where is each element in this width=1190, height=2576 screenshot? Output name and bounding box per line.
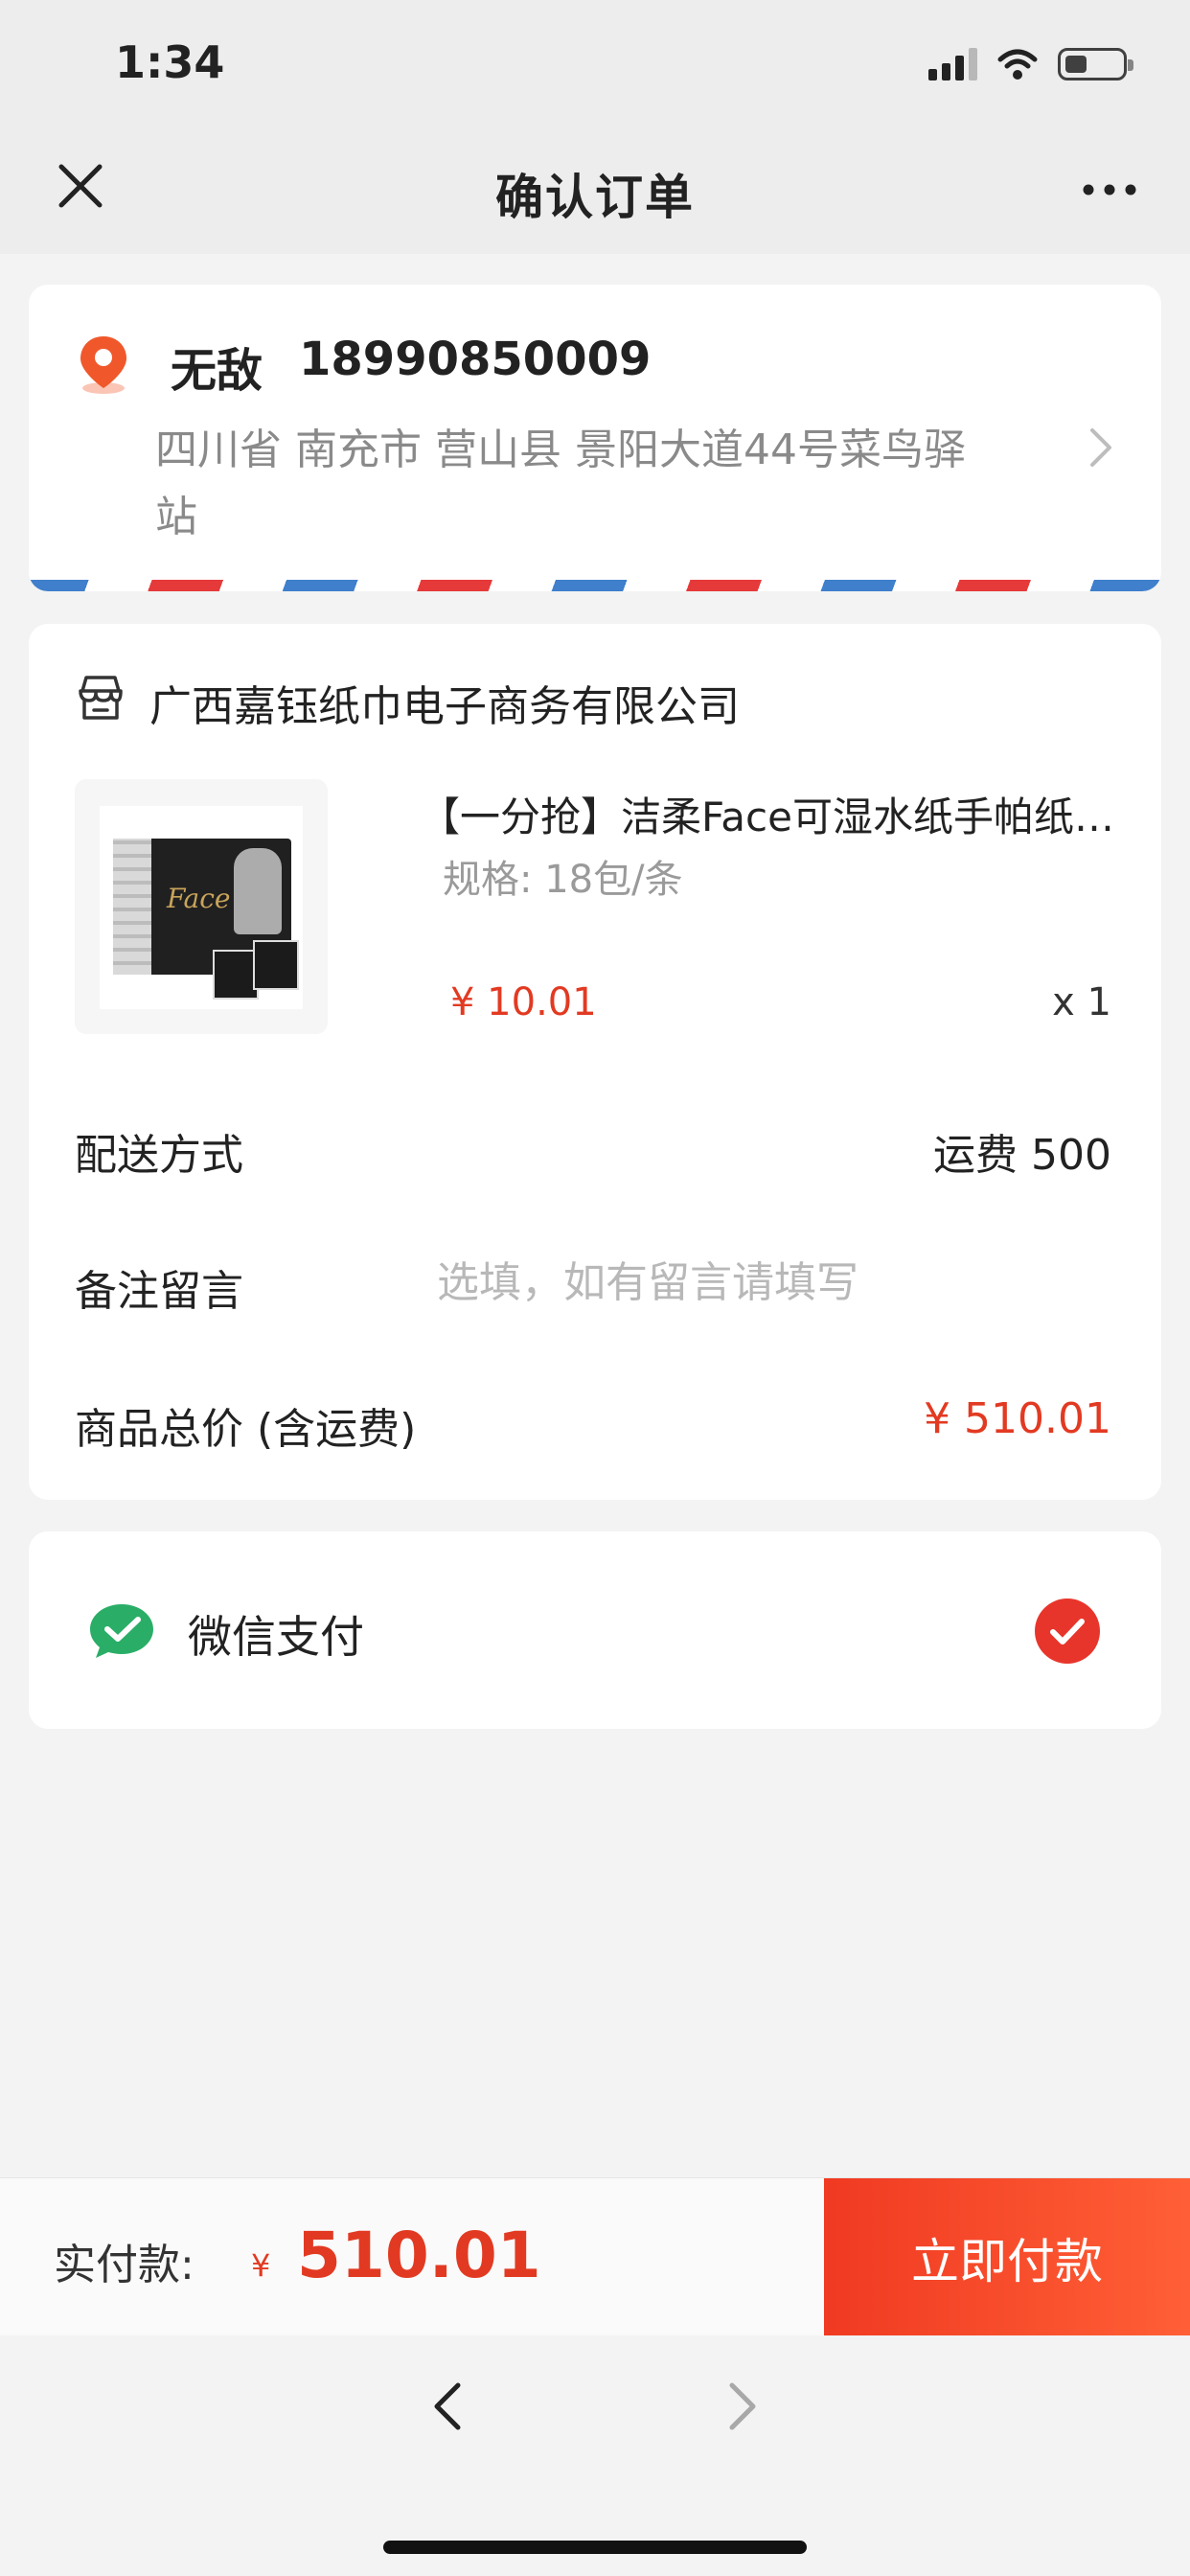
more-icon[interactable] xyxy=(1079,163,1140,217)
product-quantity: x 1 xyxy=(1052,980,1111,1024)
checkout-bar: 实付款: ¥ 510.01 立即付款 xyxy=(0,2177,1190,2336)
product-image-brand: Face xyxy=(167,883,231,914)
wifi-icon xyxy=(997,49,1038,80)
recipient-name: 无敌 xyxy=(171,344,263,398)
envelope-stripe xyxy=(29,580,1161,591)
pay-currency: ¥ xyxy=(251,2247,271,2284)
product-thumbnail[interactable]: Face xyxy=(75,779,328,1034)
home-indicator xyxy=(383,2541,807,2554)
signal-icon xyxy=(928,48,977,80)
shipping-label: 配送方式 xyxy=(75,1131,243,1180)
battery-icon xyxy=(1058,48,1133,80)
note-label: 备注留言 xyxy=(75,1267,243,1316)
shop-name: 广西嘉钰纸巾电子商务有限公司 xyxy=(149,682,740,731)
forward-arrow-icon[interactable] xyxy=(711,2378,768,2435)
address-card[interactable]: 无敌 18990850009 四川省 南充市 营山县 景阳大道44号菜鸟驿站 xyxy=(29,285,1161,591)
product-spec: 规格: 18包/条 xyxy=(443,858,683,902)
order-card: 广西嘉钰纸巾电子商务有限公司 Face 【一分抢】洁柔Face可湿水纸手帕纸巾1… xyxy=(29,624,1161,1500)
page-title: 确认订单 xyxy=(495,170,695,225)
address-detail: 四川省 南充市 营山县 景阳大道44号菜鸟驿站 xyxy=(155,426,966,541)
payment-selected-check[interactable] xyxy=(1035,1598,1100,1664)
pay-amount: 510.01 xyxy=(297,2219,541,2292)
status-time: 1:34 xyxy=(115,36,225,88)
pay-now-button[interactable]: 立即付款 xyxy=(824,2178,1190,2336)
back-arrow-icon[interactable] xyxy=(422,2378,479,2435)
check-icon xyxy=(1050,1619,1085,1644)
shipping-value: 运费 500 xyxy=(933,1131,1111,1180)
pay-amount-label: 实付款: xyxy=(54,2241,195,2289)
chevron-right-icon xyxy=(1090,428,1111,467)
recipient-phone: 18990850009 xyxy=(299,333,652,386)
status-icons xyxy=(928,48,1133,80)
product-image: Face xyxy=(100,806,303,1009)
wechat-pay-icon xyxy=(90,1604,153,1658)
total-label: 商品总价 (含运费) xyxy=(75,1405,417,1454)
browser-toolbar xyxy=(0,2335,1190,2576)
location-pin-icon xyxy=(80,336,126,394)
note-input[interactable] xyxy=(437,1249,1108,1316)
payment-method-card[interactable]: 微信支付 xyxy=(29,1531,1161,1729)
product-title[interactable]: 【一分抢】洁柔Face可湿水纸手帕纸巾18包/条 xyxy=(420,785,1119,843)
product-price: ¥ 10.01 xyxy=(450,980,597,1024)
total-value: ¥ 510.01 xyxy=(924,1394,1111,1443)
shop-icon xyxy=(79,676,123,720)
page: 1:34 确认订单 无敌 18990850009 四川省 南充市 营山县 景阳大… xyxy=(0,0,1190,2576)
payment-method-label: 微信支付 xyxy=(188,1611,364,1663)
top-bar: 1:34 确认订单 xyxy=(0,0,1190,254)
